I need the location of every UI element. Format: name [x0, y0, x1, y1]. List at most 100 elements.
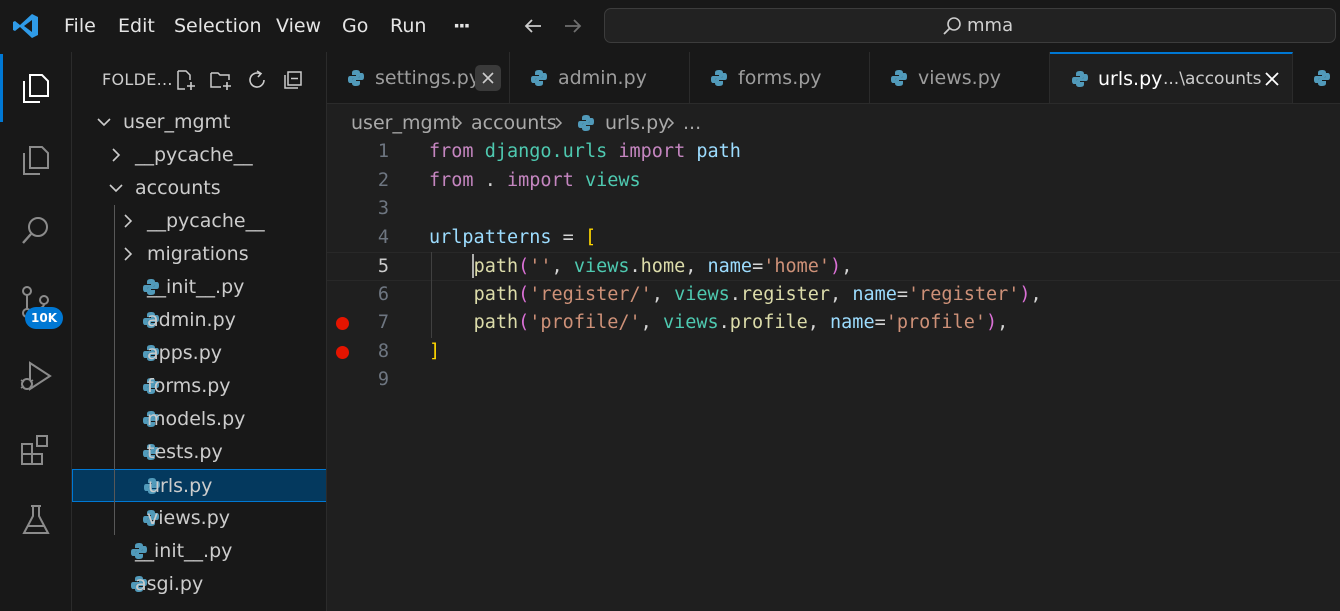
new-file-icon[interactable] [173, 68, 197, 92]
tree-folder[interactable]: migrations [72, 238, 326, 271]
chevron-down-icon [97, 118, 111, 127]
new-folder-icon[interactable] [209, 68, 233, 92]
editor-tabs: settings.py admin.py forms.py views.py u… [327, 52, 1340, 104]
code-token: , [830, 283, 853, 305]
code-token: import [506, 169, 574, 191]
tree-item-label: forms.py [147, 375, 231, 397]
code-token: . [629, 256, 641, 277]
code-token: ) [1019, 283, 1031, 305]
breadcrumb-urls-py[interactable]: urls.py [605, 106, 669, 140]
explorer-title: FOLDE... [102, 70, 173, 89]
code-token: views [584, 169, 641, 191]
active-indicator [0, 54, 3, 122]
menu-more[interactable]: ··· [453, 0, 471, 52]
tree-item-label: __init__.py [147, 276, 245, 298]
tree-file[interactable]: asgi.py [72, 568, 326, 601]
code-token: = [551, 226, 585, 248]
breadcrumb-accounts[interactable]: accounts [471, 106, 557, 140]
tab-forms-py[interactable]: forms.py [690, 52, 870, 103]
tab-urls-py[interactable]: urls.py ...\accounts [1050, 52, 1293, 103]
tree-folder[interactable]: __pycache__ [72, 205, 326, 238]
code-token: path [473, 312, 519, 333]
code-token: = [752, 256, 764, 277]
back-arrow-icon[interactable] [521, 14, 545, 38]
code-token: import [618, 141, 686, 162]
command-center-search[interactable]: mma [604, 8, 1336, 43]
menu-go[interactable]: Go [342, 0, 368, 52]
code-text: urlpatterns = [ [429, 224, 596, 253]
tab-overflow[interactable] [1293, 52, 1340, 103]
tree-file[interactable]: apps.py [72, 337, 326, 370]
code-token: from [429, 169, 474, 191]
code-editor[interactable]: 1 from django.urls import path 2 from . imp… [327, 138, 1340, 611]
code-token: 'profile/' [529, 312, 641, 333]
tree-item-label: admin.py [147, 309, 236, 331]
forward-arrow-icon[interactable] [561, 14, 585, 38]
code-token: 'register' [908, 283, 1020, 305]
tree-folder[interactable]: accounts [72, 172, 326, 205]
refresh-icon[interactable] [245, 68, 269, 92]
menu-selection[interactable]: Selection [174, 0, 262, 52]
code-line[interactable]: 8] [327, 338, 1340, 367]
tree-item-label: tests.py [147, 441, 223, 463]
tree-file[interactable]: __init__.py [72, 535, 326, 568]
menu-view[interactable]: View [276, 0, 321, 52]
chevron-down-icon [109, 184, 123, 193]
code-token: views [674, 283, 730, 305]
explorer-sidebar: FOLDE... user_mgmt __pycache__ accounts __p… [72, 52, 327, 611]
close-icon[interactable] [1259, 66, 1285, 92]
code-token: path [473, 283, 519, 305]
run-debug-icon[interactable] [18, 358, 54, 394]
breadcrumb-symbols[interactable]: ... [683, 106, 701, 140]
tab-label: admin.py [558, 67, 647, 89]
tree-item-label: __pycache__ [135, 144, 253, 166]
command-center-text: mma [967, 15, 1014, 36]
menu-file[interactable]: File [64, 0, 96, 52]
menu-edit[interactable]: Edit [118, 0, 155, 52]
tree-file[interactable]: urls.py [72, 469, 326, 502]
code-token: register [740, 283, 831, 305]
tree-file[interactable]: tests.py [72, 436, 326, 469]
tree-file[interactable]: forms.py [72, 370, 326, 403]
search-icon[interactable] [18, 213, 54, 249]
code-line[interactable]: 1 from django.urls import path [327, 138, 1340, 167]
tab-label: settings.py [375, 67, 481, 89]
tree-file[interactable]: admin.py [72, 304, 326, 337]
tree-folder[interactable]: __pycache__ [72, 139, 326, 172]
code-line[interactable]: 3 [327, 195, 1340, 224]
code-line[interactable]: 9 [327, 366, 1340, 395]
code-token: from [429, 141, 474, 162]
tree-file[interactable]: views.py [72, 502, 326, 535]
tab-settings-py[interactable]: settings.py [327, 52, 510, 103]
tree-folder[interactable]: user_mgmt [72, 106, 326, 139]
close-icon[interactable] [475, 65, 501, 91]
code-token: , [1030, 283, 1042, 305]
breadcrumb-user-mgmt[interactable]: user_mgmt [351, 106, 458, 140]
code-line[interactable]: 4 urlpatterns = [ [327, 224, 1340, 253]
code-line[interactable]: 2 from . import views [327, 167, 1340, 196]
code-line[interactable]: 7 path('profile/', views.profile, name='… [327, 309, 1340, 338]
code-token: ( [518, 312, 530, 333]
collapse-all-icon[interactable] [281, 68, 305, 92]
tab-admin-py[interactable]: admin.py [510, 52, 690, 103]
testing-icon[interactable] [18, 502, 54, 538]
title-bar: File Edit Selection View Go Run ··· mma [0, 0, 1340, 52]
python-file-icon [1314, 70, 1330, 86]
extensions-icon[interactable] [18, 432, 54, 468]
tree-file[interactable]: models.py [72, 403, 326, 436]
vscode-logo-icon[interactable] [12, 12, 40, 40]
tree-file[interactable]: __init__.py [72, 271, 326, 304]
chevron-right-icon [667, 117, 675, 129]
tree-item-label: apps.py [147, 342, 223, 364]
explorer-icon[interactable] [18, 70, 54, 106]
menu-run[interactable]: Run [390, 0, 426, 52]
code-line[interactable]: 5 path('', views.home, name='home'), [327, 252, 1340, 281]
tree-item-label: __init__.py [135, 540, 233, 562]
line-number: 5 [377, 256, 389, 277]
copy-icon[interactable] [18, 142, 54, 178]
code-token: name [852, 283, 897, 305]
code-line[interactable]: 6 path('register/', views.register, name… [327, 281, 1340, 310]
tab-views-py[interactable]: views.py [870, 52, 1050, 103]
